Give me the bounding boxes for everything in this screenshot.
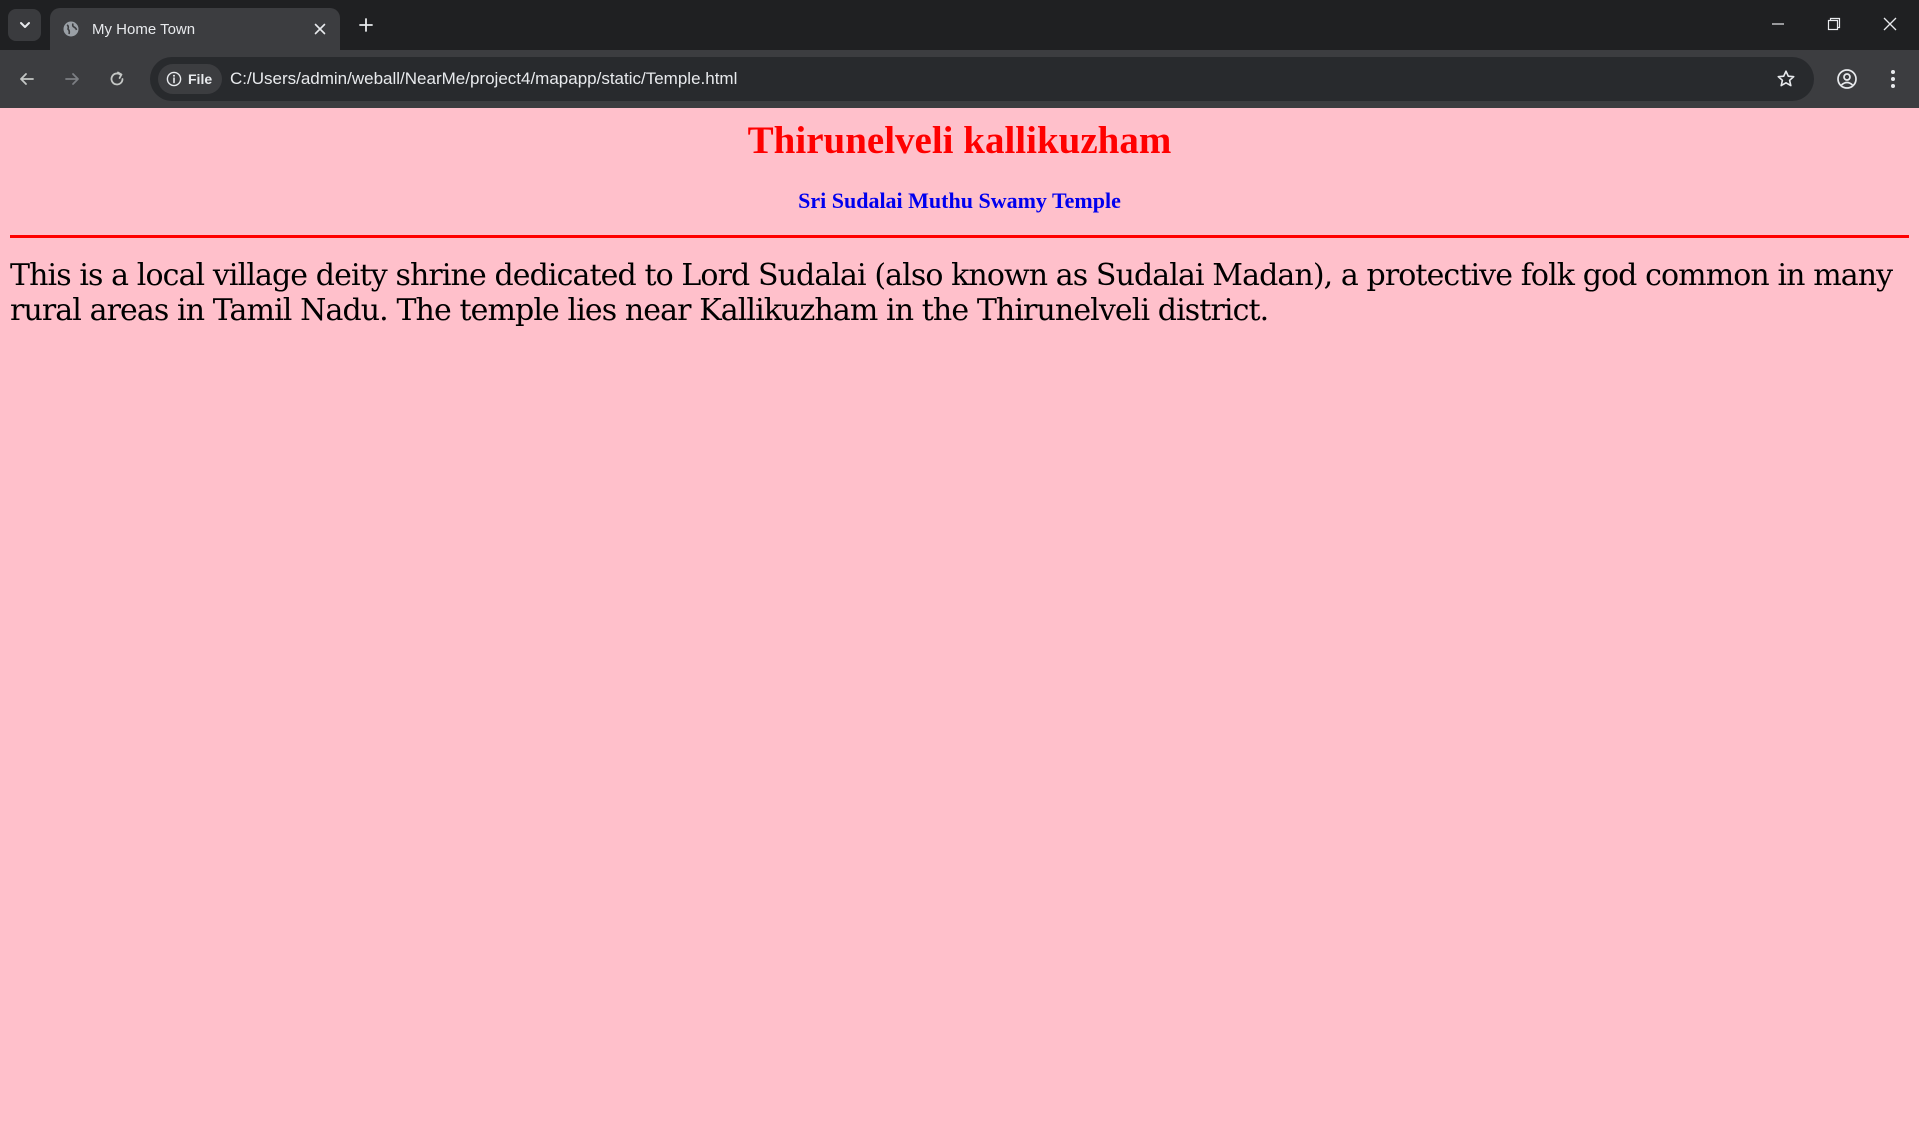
browser-toolbar: File C:/Users/admin/weball/NearMe/projec…: [0, 50, 1919, 108]
site-info-chip[interactable]: File: [158, 64, 223, 94]
arrow-right-icon: [65, 73, 79, 85]
forward-button[interactable]: [55, 62, 89, 96]
star-icon: [1777, 70, 1795, 87]
bookmark-button[interactable]: [1772, 65, 1800, 93]
tab-strip: My Home Town: [0, 0, 1919, 50]
account-circle-icon: [1837, 69, 1857, 89]
page-viewport: Thirunelveli kallikuzham Sri Sudalai Mut…: [0, 108, 1919, 1136]
more-vertical-icon: [1891, 70, 1895, 88]
url-text[interactable]: C:/Users/admin/weball/NearMe/project4/ma…: [230, 69, 737, 89]
address-bar[interactable]: File C:/Users/admin/weball/NearMe/projec…: [150, 57, 1814, 101]
divider: [10, 235, 1909, 239]
back-button[interactable]: [10, 62, 44, 96]
chevron-down-icon: [19, 22, 30, 28]
plus-icon: [359, 18, 373, 32]
page-description: This is a local village deity shrine ded…: [10, 258, 1893, 329]
tab-title: My Home Town: [92, 20, 196, 38]
page-subtitle: Sri Sudalai Muthu Swamy Temple: [798, 187, 1121, 213]
minimize-button[interactable]: [1750, 0, 1806, 48]
globe-icon: [62, 20, 80, 38]
tab-my-home-town[interactable]: My Home Town: [50, 8, 340, 50]
tab-search-button[interactable]: [8, 9, 41, 41]
page-title: Thirunelveli kallikuzham: [747, 119, 1172, 162]
close-icon: [314, 23, 326, 35]
arrow-left-icon: [20, 73, 34, 85]
close-icon: [1883, 17, 1897, 31]
site-chip-label: File: [188, 71, 213, 87]
profile-button[interactable]: [1830, 62, 1864, 96]
minimize-icon: [1772, 23, 1784, 25]
restore-icon: [1827, 17, 1841, 31]
info-icon: [166, 71, 182, 87]
close-window-button[interactable]: [1862, 0, 1918, 48]
reload-button[interactable]: [100, 62, 134, 96]
close-tab-button[interactable]: [308, 17, 332, 41]
reload-icon: [110, 71, 124, 86]
new-tab-button[interactable]: [352, 11, 380, 39]
browser-menu-button[interactable]: [1876, 62, 1910, 96]
restore-button[interactable]: [1806, 0, 1862, 48]
